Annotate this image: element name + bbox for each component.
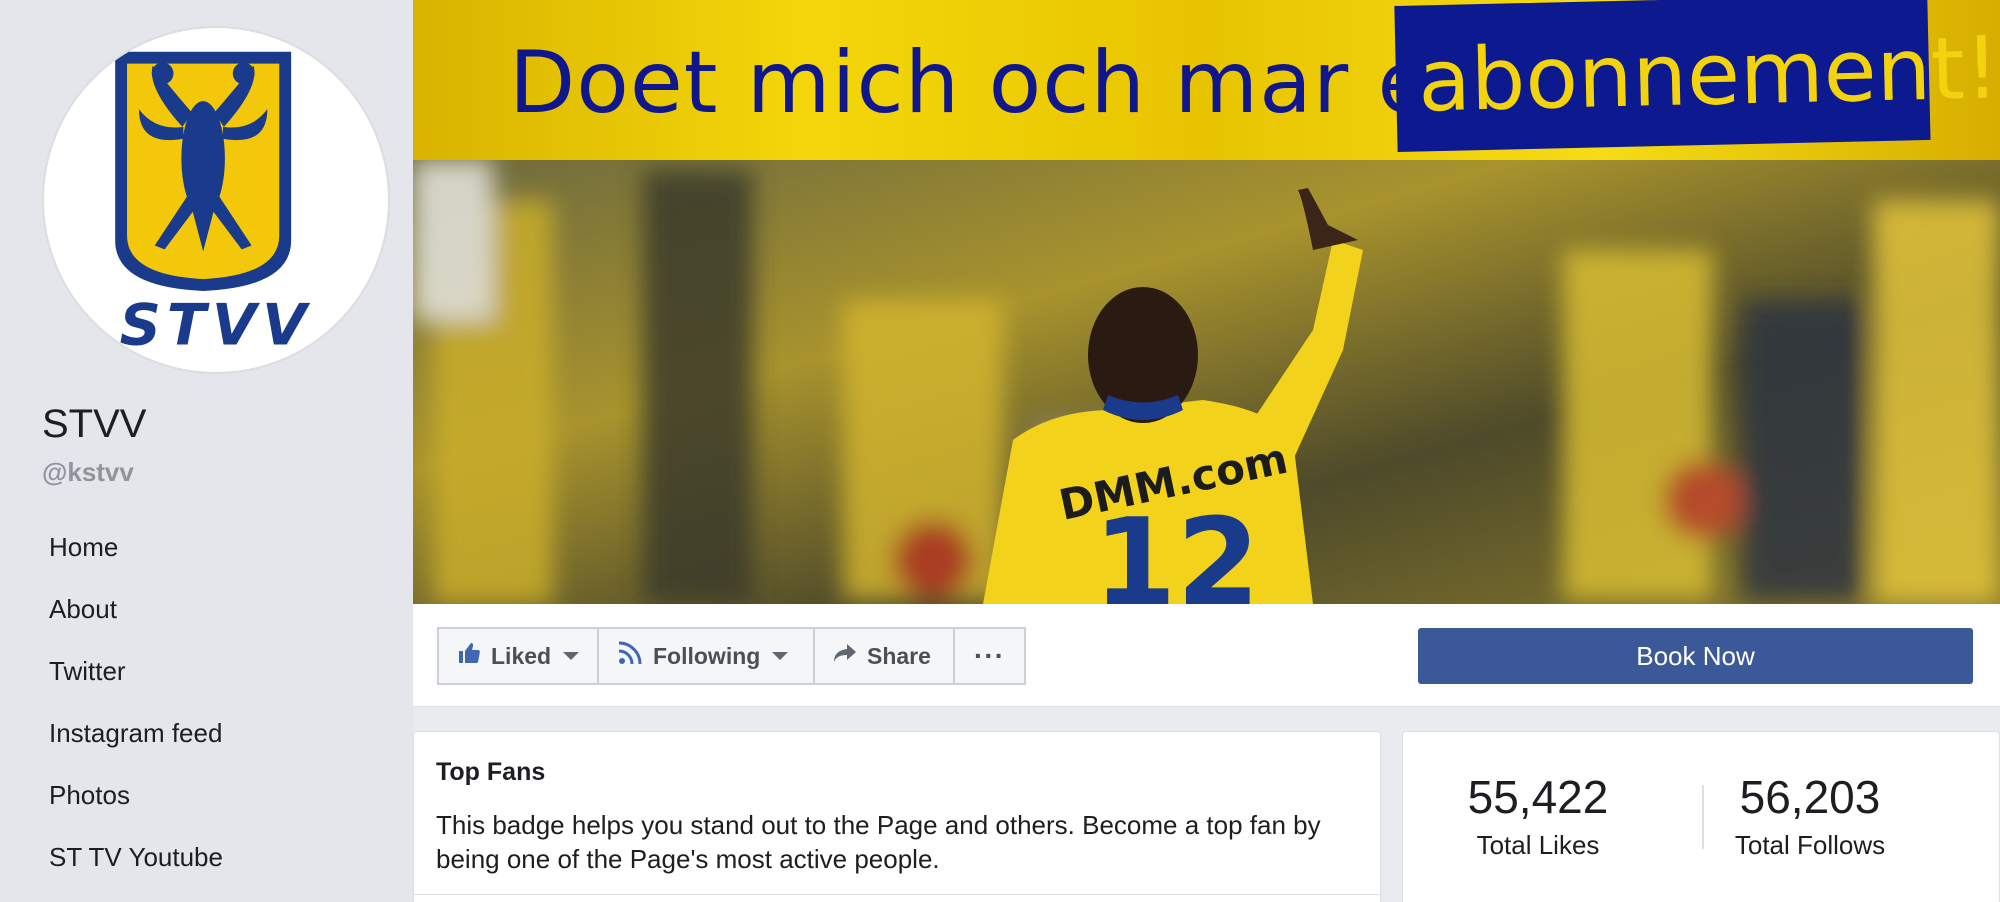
chevron-down-icon [772, 652, 789, 660]
total-likes-stat[interactable]: 55,422 Total Likes [1403, 770, 1673, 861]
sidebar-item-instagram-feed[interactable]: Instagram feed [30, 702, 390, 764]
page-avatar[interactable]: STVV [42, 26, 390, 374]
thumbs-up-icon [457, 641, 481, 671]
banner-highlight-box: abonnement! [1394, 0, 2000, 152]
cover-banner: Doet mich och mar en abonnement! [413, 0, 2000, 160]
total-follows-label: Total Follows [1734, 830, 1886, 860]
banner-highlight: abonnement! [1416, 18, 2000, 132]
share-label: Share [867, 642, 931, 669]
share-arrow-icon [833, 642, 857, 670]
top-fans-title: Top Fans [436, 758, 546, 786]
jersey-number: 12 [1093, 494, 1260, 604]
total-likes-label: Total Likes [1476, 830, 1600, 860]
liked-label: Liked [491, 642, 552, 669]
share-button[interactable]: Share [813, 627, 953, 685]
page-action-bar: Liked Following Share ··· Book Now [413, 604, 2000, 707]
sidebar-nav: Home About Twitter Instagram feed Photos… [30, 516, 390, 888]
sidebar-item-twitter[interactable]: Twitter [30, 640, 390, 702]
following-label: Following [653, 642, 761, 669]
cover-photo[interactable]: DMM.com 12 Doet mich och mar en abonneme… [413, 0, 2000, 604]
total-follows-stat[interactable]: 56,203 Total Follows [1675, 770, 1945, 861]
page-sidebar: STVV STVV @kstvv Home About Twitter Inst… [0, 0, 413, 902]
svg-text:STVV: STVV [120, 291, 313, 358]
sidebar-item-about[interactable]: About [30, 578, 390, 640]
card-divider [414, 894, 1380, 895]
total-follows-value: 56,203 [1739, 771, 1881, 823]
banner-text: Doet mich och mar en [509, 33, 1487, 133]
total-likes-value: 55,422 [1467, 771, 1609, 823]
action-button-group: Liked Following Share ··· [437, 627, 1026, 685]
following-button[interactable]: Following [597, 627, 813, 685]
page-handle[interactable]: @kstvv [42, 457, 134, 488]
top-fans-description: This badge helps you stand out to the Pa… [436, 810, 1321, 874]
more-options-button[interactable]: ··· [953, 627, 1026, 685]
page-name: STVV [42, 402, 147, 446]
sidebar-item-photos[interactable]: Photos [30, 764, 390, 826]
sidebar-item-home[interactable]: Home [30, 516, 390, 578]
chevron-down-icon [563, 652, 580, 660]
stvv-logo: STVV [115, 51, 313, 358]
rss-feed-icon [617, 640, 643, 672]
liked-button[interactable]: Liked [437, 627, 597, 685]
sidebar-item-st-tv-youtube[interactable]: ST TV Youtube [30, 826, 390, 888]
top-fans-card: Top Fans This badge helps you stand out … [413, 731, 1381, 902]
book-now-button[interactable]: Book Now [1418, 628, 1973, 684]
page-stats-card: 55,422 Total Likes 56,203 Total Follows [1402, 731, 2000, 902]
